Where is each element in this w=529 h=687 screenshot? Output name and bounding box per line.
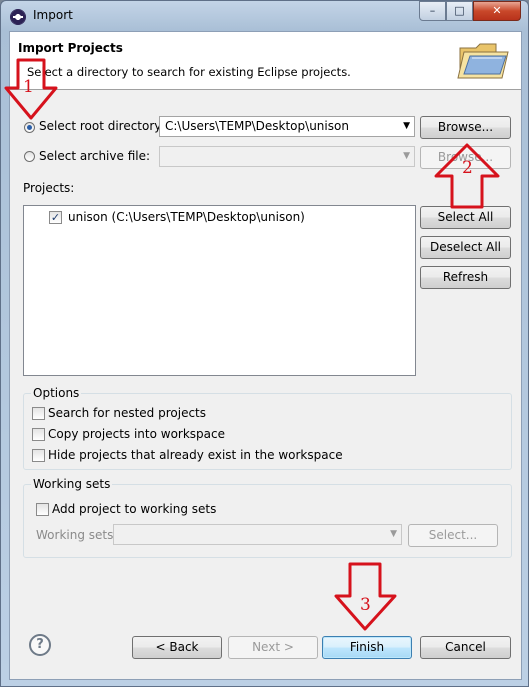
browse-root-button[interactable]: Browse... [420, 116, 511, 139]
annotation-number: 3 [360, 595, 371, 615]
add-to-working-sets-label: Add project to working sets [52, 502, 217, 516]
maximize-button[interactable]: □ [446, 1, 473, 21]
title-bar[interactable]: Import – □ ✕ [1, 1, 528, 31]
cancel-button[interactable]: Cancel [420, 636, 511, 659]
archive-file-combo[interactable]: ▼ [159, 146, 415, 167]
page-description: Select a directory to search for existin… [27, 65, 351, 79]
add-to-working-sets-checkbox[interactable] [36, 503, 49, 516]
eclipse-icon [10, 9, 26, 25]
refresh-button[interactable]: Refresh [420, 266, 511, 289]
hide-existing-label: Hide projects that already exist in the … [48, 448, 343, 462]
page-title: Import Projects [18, 41, 123, 55]
hide-existing-checkbox[interactable] [32, 449, 45, 462]
projects-label: Projects: [23, 181, 75, 195]
project-item-label[interactable]: unison (C:\Users\TEMP\Desktop\unison) [68, 210, 305, 224]
next-button[interactable]: Next > [228, 636, 318, 659]
chevron-down-icon: ▼ [403, 151, 410, 161]
archive-file-label: Select archive file: [39, 149, 151, 163]
working-sets-combo[interactable]: ▼ [113, 524, 402, 545]
nested-projects-label: Search for nested projects [48, 406, 207, 420]
copy-projects-label: Copy projects into workspace [48, 427, 226, 441]
import-dialog: Import – □ ✕ Import Projects Select a di… [0, 0, 529, 687]
options-title: Options [31, 386, 82, 400]
chevron-down-icon: ▼ [403, 121, 410, 131]
window-title: Import [33, 8, 73, 22]
nested-projects-checkbox[interactable] [32, 407, 45, 420]
select-working-sets-button[interactable]: Select... [408, 524, 498, 547]
working-sets-label: Working sets: [36, 528, 118, 542]
wizard-banner: Import Projects Select a directory to se… [10, 32, 521, 90]
projects-list[interactable]: ✓ unison (C:\Users\TEMP\Desktop\unison) [23, 205, 416, 376]
close-button[interactable]: ✕ [473, 1, 521, 21]
archive-file-radio[interactable] [24, 151, 35, 162]
root-directory-combo[interactable]: C:\Users\TEMP\Desktop\unison ▼ [159, 116, 415, 137]
deselect-all-button[interactable]: Deselect All [420, 236, 511, 259]
root-directory-radio[interactable] [24, 122, 35, 133]
project-checkbox[interactable]: ✓ [49, 211, 62, 224]
annotation-number: 2 [462, 158, 473, 178]
help-icon[interactable]: ? [29, 634, 51, 656]
finish-button[interactable]: Finish [322, 636, 412, 659]
folder-icon [457, 43, 509, 79]
chevron-down-icon: ▼ [390, 529, 397, 539]
minimize-button[interactable]: – [419, 1, 446, 21]
copy-projects-checkbox[interactable] [32, 428, 45, 441]
working-sets-title: Working sets [31, 477, 113, 491]
annotation-number: 1 [23, 77, 34, 97]
root-directory-value: C:\Users\TEMP\Desktop\unison [165, 119, 349, 133]
dialog-content: Import Projects Select a directory to se… [9, 31, 522, 680]
back-button[interactable]: < Back [132, 636, 222, 659]
